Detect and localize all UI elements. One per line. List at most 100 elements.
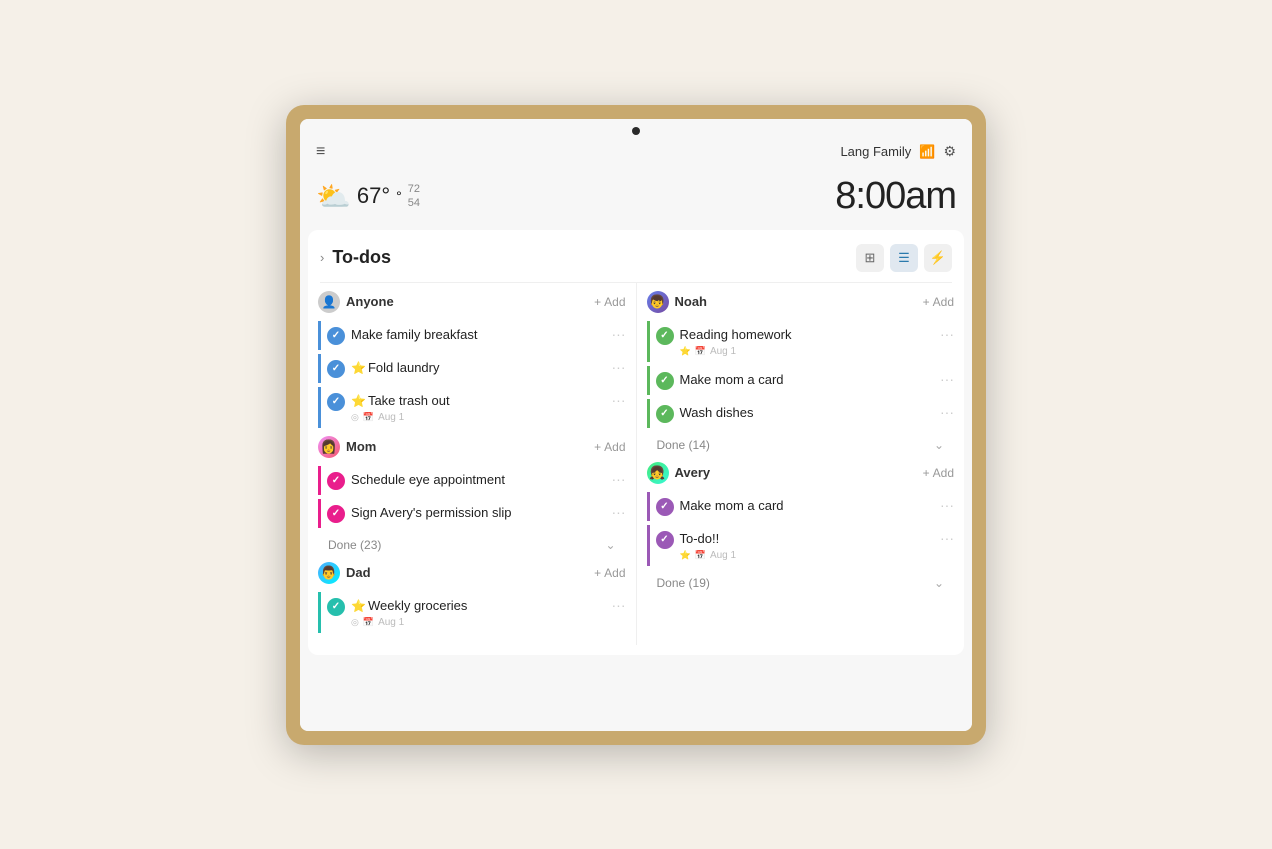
mom-user: 👩 Mom [318, 436, 376, 458]
task-label-9: Wash dishes [680, 405, 754, 420]
mom-done-chevron: ⌄ [605, 538, 615, 552]
meta-date-11: Aug 1 [710, 550, 736, 561]
avery-done-chevron: ⌄ [934, 576, 944, 590]
temp-high: 72 [408, 182, 420, 196]
noah-done-row[interactable]: Done (14) ⌄ [647, 432, 955, 458]
grid-view-btn[interactable]: ⊞ [856, 244, 884, 272]
todos-title: To-dos [332, 247, 391, 268]
family-name: Lang Family [840, 144, 911, 159]
task-more-10[interactable]: ··· [936, 497, 954, 513]
top-right: Lang Family 📶 ⚙ [840, 143, 956, 160]
mom-done-row[interactable]: Done (23) ⌄ [318, 532, 626, 558]
noah-done-chevron: ⌄ [934, 438, 944, 452]
task-more-6[interactable]: ··· [608, 597, 626, 613]
task-content-1: Make family breakfast [351, 326, 608, 344]
task-label-2: ⭐Fold laundry [351, 360, 440, 375]
settings-icon[interactable]: ⚙ [943, 143, 956, 160]
task-check-11[interactable] [656, 531, 674, 549]
task-check-3[interactable] [327, 393, 345, 411]
noah-avatar: 👦 [647, 291, 669, 313]
task-check-8[interactable] [656, 372, 674, 390]
task-fold-laundry: ⭐Fold laundry ··· [318, 354, 626, 383]
task-more-1[interactable]: ··· [608, 326, 626, 342]
temp-degree: ° [396, 188, 402, 204]
task-check-10[interactable] [656, 498, 674, 516]
avery-avatar: 👧 [647, 462, 669, 484]
task-check-2[interactable] [327, 360, 345, 378]
task-check-9[interactable] [656, 405, 674, 423]
task-meta-7: ⭐ 📅 Aug 1 [680, 346, 937, 357]
task-content-9: Wash dishes [680, 404, 937, 422]
mom-name: Mom [346, 439, 376, 454]
task-content-10: Make mom a card [680, 497, 937, 515]
temp-low: 54 [408, 196, 420, 210]
avery-name: Avery [675, 465, 711, 480]
meta-date-3: Aug 1 [378, 412, 404, 423]
dad-header: 👨 Dad + Add [318, 562, 626, 584]
task-more-5[interactable]: ··· [608, 504, 626, 520]
task-label-6: ⭐Weekly groceries [351, 598, 467, 613]
avery-add-btn[interactable]: + Add [923, 466, 954, 480]
task-content-5: Sign Avery's permission slip [351, 504, 608, 522]
task-label-8: Make mom a card [680, 372, 784, 387]
task-more-2[interactable]: ··· [608, 359, 626, 375]
screen-content: ≡ Lang Family 📶 ⚙ ⛅ 67° ° 72 54 [300, 119, 972, 731]
meta-cal-7: 📅 [695, 346, 706, 357]
meta-cal-6: 📅 [363, 617, 374, 628]
temperature: 67° [357, 183, 390, 209]
task-check-4[interactable] [327, 472, 345, 490]
todos-header: › To-dos ⊞ ☰ ⚡ [308, 240, 964, 282]
star-emoji-6: ⭐ [351, 599, 366, 613]
expand-icon[interactable]: › [320, 250, 324, 265]
task-content-6: ⭐Weekly groceries ◎ 📅 Aug 1 [351, 597, 608, 628]
anyone-header: 👤 Anyone + Add [318, 291, 626, 313]
task-check-6[interactable] [327, 598, 345, 616]
task-content-2: ⭐Fold laundry [351, 359, 608, 377]
task-check-1[interactable] [327, 327, 345, 345]
meta-icon-3: ◎ [351, 412, 359, 423]
task-check-5[interactable] [327, 505, 345, 523]
task-take-trash-out: ⭐Take trash out ◎ 📅 Aug 1 ··· [318, 387, 626, 428]
task-wash-dishes: Wash dishes ··· [647, 399, 955, 428]
anyone-add-btn[interactable]: + Add [594, 295, 625, 309]
task-more-3[interactable]: ··· [608, 392, 626, 408]
meta-date-6: Aug 1 [378, 617, 404, 628]
noah-user: 👦 Noah [647, 291, 708, 313]
task-make-mom-card-avery: Make mom a card ··· [647, 492, 955, 521]
wifi-icon: 📶 [919, 144, 935, 160]
mom-done-label: Done (23) [328, 538, 381, 552]
task-more-9[interactable]: ··· [936, 404, 954, 420]
avery-done-row[interactable]: Done (19) ⌄ [647, 570, 955, 596]
meta-cal-11: 📅 [695, 550, 706, 561]
avery-header: 👧 Avery + Add [647, 462, 955, 484]
task-schedule-eye: Schedule eye appointment ··· [318, 466, 626, 495]
todos-title-row: › To-dos [320, 247, 391, 268]
left-column: 👤 Anyone + Add [308, 283, 637, 645]
menu-icon[interactable]: ≡ [316, 143, 325, 161]
dad-add-btn[interactable]: + Add [594, 566, 625, 580]
dad-user: 👨 Dad [318, 562, 371, 584]
task-more-8[interactable]: ··· [936, 371, 954, 387]
todos-section: › To-dos ⊞ ☰ ⚡ [308, 230, 964, 655]
device-frame: ≡ Lang Family 📶 ⚙ ⛅ 67° ° 72 54 [286, 105, 986, 745]
task-weekly-groceries: ⭐Weekly groceries ◎ 📅 Aug 1 ··· [318, 592, 626, 633]
task-content-7: Reading homework ⭐ 📅 Aug 1 [680, 326, 937, 357]
anyone-user: 👤 Anyone [318, 291, 394, 313]
dad-name: Dad [346, 565, 371, 580]
meta-star-7: ⭐ [680, 346, 691, 357]
task-more-7[interactable]: ··· [936, 326, 954, 342]
weather-widget: ⛅ 67° ° 72 54 [316, 180, 420, 213]
temp-hilo: 72 54 [408, 182, 420, 211]
anyone-avatar: 👤 [318, 291, 340, 313]
noah-add-btn[interactable]: + Add [923, 295, 954, 309]
mom-add-btn[interactable]: + Add [594, 440, 625, 454]
task-more-4[interactable]: ··· [608, 471, 626, 487]
task-check-7[interactable] [656, 327, 674, 345]
todos-actions: ⊞ ☰ ⚡ [856, 244, 952, 272]
task-more-11[interactable]: ··· [936, 530, 954, 546]
task-label-11: To-do!! [680, 531, 720, 546]
filter-btn[interactable]: ⚡ [924, 244, 952, 272]
list-view-btn[interactable]: ☰ [890, 244, 918, 272]
meta-cal-3: 📅 [363, 412, 374, 423]
task-meta-6: ◎ 📅 Aug 1 [351, 617, 608, 628]
